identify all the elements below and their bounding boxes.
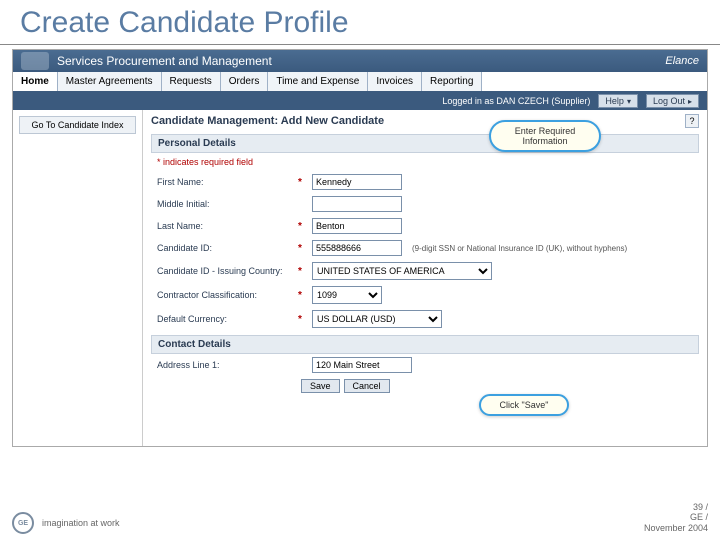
brand-logo: Elance [665,55,699,67]
footer-date: November 2004 [644,523,708,534]
callout-click-save: Click "Save" [479,394,569,416]
help-icon[interactable]: ? [685,114,699,128]
address1-input[interactable] [312,357,412,373]
tab-master-agreements[interactable]: Master Agreements [58,72,162,91]
slide-title: Create Candidate Profile [0,0,720,45]
tab-home[interactable]: Home [13,72,58,91]
logout-button[interactable]: Log Out▸ [646,94,699,108]
currency-select[interactable]: US DOLLAR (USD) [312,310,442,328]
footer-tagline: imagination at work [42,518,120,528]
footer-page: 39 / [644,502,708,513]
help-button[interactable]: Help▾ [598,94,638,108]
sidebar: Go To Candidate Index [13,110,143,446]
tab-reporting[interactable]: Reporting [422,72,482,91]
label-issuing-country: Candidate ID - Issuing Country: [157,266,292,276]
callout-enter-info: Enter Required Information [489,120,601,152]
page-title: Candidate Management: Add New Candidate [151,115,384,127]
asterisk-icon: * [298,290,306,301]
tab-time-expense[interactable]: Time and Expense [268,72,368,91]
tab-requests[interactable]: Requests [162,72,221,91]
candidate-id-hint: (9-digit SSN or National Insurance ID (U… [412,244,627,253]
header-graphic [21,52,49,70]
logged-in-text: Logged in as DAN CZECH (Supplier) [442,96,590,106]
main-panel: Candidate Management: Add New Candidate … [143,110,707,446]
middle-initial-input[interactable] [312,196,402,212]
label-classification: Contractor Classification: [157,290,292,300]
app-header: Services Procurement and Management Elan… [13,50,707,72]
label-middle-initial: Middle Initial: [157,199,292,209]
chevron-right-icon: ▸ [688,97,692,106]
app-title: Services Procurement and Management [57,54,272,68]
ge-logo-icon: GE [12,512,34,534]
cancel-button[interactable]: Cancel [344,379,390,393]
asterisk-icon: * [298,177,306,188]
last-name-input[interactable] [312,218,402,234]
section-personal-details: Personal Details [151,134,699,153]
label-last-name: Last Name: [157,221,292,231]
save-button[interactable]: Save [301,379,340,393]
asterisk-icon: * [298,266,306,277]
content-area: Go To Candidate Index Candidate Manageme… [13,110,707,446]
sidebar-back-link[interactable]: Go To Candidate Index [19,116,136,134]
chevron-down-icon: ▾ [627,97,631,106]
footer-org: GE / [644,512,708,523]
section-contact-details: Contact Details [151,335,699,354]
asterisk-icon: * [298,243,306,254]
label-currency: Default Currency: [157,314,292,324]
issuing-country-select[interactable]: UNITED STATES OF AMERICA [312,262,492,280]
required-note: * indicates required field [151,153,699,171]
sub-bar: Logged in as DAN CZECH (Supplier) Help▾ … [13,92,707,110]
asterisk-icon: * [298,221,306,232]
slide-footer: GE imagination at work 39 / GE / Novembe… [12,502,708,534]
nav-tabs: Home Master Agreements Requests Orders T… [13,72,707,92]
tab-orders[interactable]: Orders [221,72,269,91]
first-name-input[interactable] [312,174,402,190]
label-first-name: First Name: [157,177,292,187]
label-address1: Address Line 1: [157,360,292,370]
classification-select[interactable]: 1099 [312,286,382,304]
label-candidate-id: Candidate ID: [157,243,292,253]
tab-invoices[interactable]: Invoices [368,72,422,91]
candidate-id-input[interactable] [312,240,402,256]
asterisk-icon: * [298,314,306,325]
app-window: Services Procurement and Management Elan… [12,49,708,447]
